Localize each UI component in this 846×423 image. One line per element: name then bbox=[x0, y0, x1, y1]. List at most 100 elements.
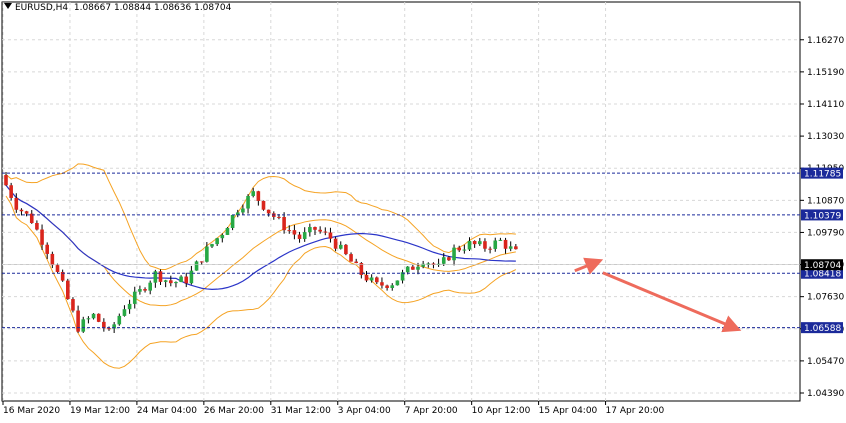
candle-body bbox=[441, 257, 446, 264]
x-tick-label: 3 Apr 04:00 bbox=[338, 406, 391, 416]
y-tick-label: 1.14110 bbox=[807, 100, 844, 110]
candle bbox=[369, 274, 374, 283]
candle-body bbox=[508, 246, 513, 249]
x-tick-label: 17 Apr 20:00 bbox=[606, 406, 665, 416]
candle bbox=[508, 241, 513, 252]
candle bbox=[189, 265, 194, 285]
candle-body bbox=[148, 282, 152, 291]
y-tick-label: 1.10870 bbox=[807, 196, 844, 206]
forecast-arrow-short[interactable] bbox=[574, 257, 604, 275]
candle bbox=[179, 275, 183, 283]
candle-body bbox=[385, 285, 389, 288]
candle-body bbox=[35, 223, 39, 230]
price-chart[interactable]: 1.162701.151901.141101.130301.119501.108… bbox=[0, 0, 846, 419]
y-tick-label: 1.05470 bbox=[807, 357, 844, 367]
candle bbox=[266, 209, 271, 217]
candle bbox=[29, 210, 34, 224]
candle bbox=[514, 243, 518, 250]
candle-body bbox=[241, 208, 245, 213]
candle-body bbox=[457, 247, 461, 251]
candle bbox=[225, 227, 230, 235]
candle bbox=[148, 280, 152, 295]
candle-body bbox=[81, 319, 86, 332]
candle bbox=[163, 279, 168, 288]
current-price-label: 1.08704 bbox=[804, 261, 841, 271]
candle-body bbox=[117, 315, 122, 325]
chart-window[interactable]: 1.162701.151901.141101.130301.119501.108… bbox=[0, 0, 846, 419]
bollinger-middle-band bbox=[5, 184, 516, 307]
candle-body bbox=[261, 200, 266, 210]
candle-body bbox=[302, 232, 307, 239]
plot-frame bbox=[1, 1, 801, 402]
forecast-arrow-down[interactable] bbox=[602, 271, 742, 333]
candle-body bbox=[4, 175, 8, 186]
candle bbox=[493, 237, 498, 252]
candle bbox=[395, 280, 400, 286]
candle-body bbox=[354, 261, 358, 264]
candle-body bbox=[66, 280, 70, 300]
candle-body bbox=[169, 280, 173, 284]
dropdown-triangle-icon[interactable] bbox=[4, 3, 12, 9]
candle bbox=[215, 237, 219, 246]
candle-body bbox=[107, 328, 111, 330]
candle-body bbox=[405, 266, 410, 273]
candle-body bbox=[132, 291, 137, 304]
candle bbox=[323, 227, 328, 236]
level-price-label: 1.06588 bbox=[804, 324, 841, 334]
candle bbox=[349, 252, 353, 262]
candle bbox=[436, 258, 441, 267]
candle bbox=[241, 204, 245, 215]
candle-body bbox=[19, 209, 24, 212]
candle-body bbox=[40, 229, 44, 245]
candle bbox=[143, 287, 147, 293]
candle bbox=[297, 231, 302, 243]
candle bbox=[472, 240, 477, 248]
candle bbox=[169, 275, 173, 287]
candle-body bbox=[426, 263, 431, 265]
candle-body bbox=[277, 216, 281, 218]
candle-body bbox=[416, 266, 420, 270]
candle-body bbox=[467, 241, 472, 250]
candle-body bbox=[266, 209, 271, 214]
candle-body bbox=[344, 244, 348, 255]
candle-body bbox=[498, 239, 503, 241]
candle bbox=[385, 284, 389, 291]
x-tick-label: 15 Apr 04:00 bbox=[539, 406, 598, 416]
candle bbox=[153, 269, 158, 288]
candles bbox=[4, 172, 518, 333]
candle-body bbox=[24, 211, 29, 214]
x-tick-label: 24 Mar 04:00 bbox=[137, 406, 197, 416]
candle bbox=[184, 272, 189, 288]
candle-body bbox=[50, 253, 55, 266]
candle bbox=[261, 200, 266, 211]
candle bbox=[292, 224, 297, 240]
candle-body bbox=[45, 244, 49, 254]
candle-body bbox=[462, 249, 467, 251]
candle bbox=[375, 276, 379, 285]
y-tick-label: 1.07630 bbox=[807, 293, 844, 303]
candle-body bbox=[297, 234, 302, 239]
candle-body bbox=[256, 191, 261, 201]
candle bbox=[411, 264, 415, 270]
candle-body bbox=[225, 227, 230, 235]
candle-body bbox=[369, 277, 374, 281]
candle bbox=[91, 313, 96, 320]
candle-body bbox=[411, 266, 415, 270]
candle-body bbox=[179, 276, 183, 283]
candle-body bbox=[220, 234, 225, 239]
candle-body bbox=[333, 238, 338, 249]
candle-body bbox=[282, 217, 286, 231]
candle-body bbox=[472, 241, 477, 245]
candle bbox=[462, 244, 467, 254]
candle bbox=[431, 262, 436, 269]
candle-body bbox=[493, 240, 498, 249]
candle-body bbox=[421, 263, 425, 267]
candle-body bbox=[323, 231, 328, 233]
candle bbox=[174, 281, 178, 288]
candle-body bbox=[452, 247, 456, 261]
candle bbox=[230, 214, 235, 231]
candle-body bbox=[9, 185, 13, 198]
candle-body bbox=[14, 197, 19, 210]
candle bbox=[333, 236, 338, 252]
candle-body bbox=[91, 313, 96, 319]
